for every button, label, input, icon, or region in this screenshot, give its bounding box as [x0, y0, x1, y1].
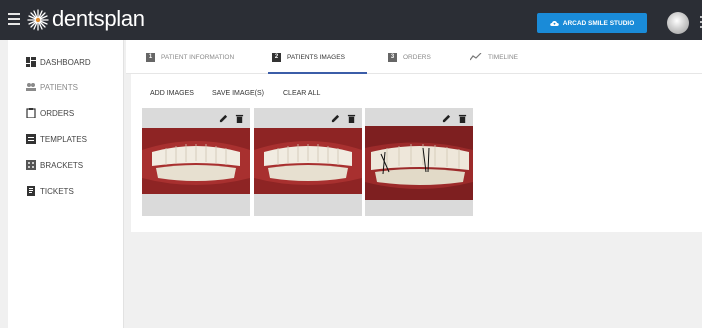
page-edge [702, 0, 710, 328]
edit-icon[interactable] [331, 114, 340, 123]
tab-bar: 1 PATIENT INFORMATION 2 PATIENTS IMAGES … [126, 40, 702, 74]
clipboard-icon [26, 108, 36, 118]
delete-icon[interactable] [235, 114, 244, 123]
sidebar-item-dashboard[interactable]: DASHBOARD [26, 56, 91, 68]
image-card[interactable] [254, 108, 362, 216]
smile-photo [254, 128, 362, 194]
people-icon [26, 83, 36, 91]
sidebar-item-label: PATIENTS [40, 82, 78, 92]
clear-all-button[interactable]: CLEAR ALL [283, 90, 320, 97]
tab-timeline[interactable]: TIMELINE [470, 40, 518, 74]
tab-number: 1 [146, 52, 155, 62]
ticket-icon [27, 186, 35, 196]
bracket-icon [26, 160, 36, 170]
delete-icon[interactable] [347, 114, 356, 123]
image-card[interactable] [142, 108, 250, 216]
tab-label: PATIENT INFORMATION [161, 53, 235, 61]
smile-photo [142, 128, 250, 194]
avatar[interactable] [667, 12, 689, 34]
sidebar-item-label: TICKETS [40, 186, 74, 196]
tab-orders[interactable]: 3 ORDERS [388, 40, 431, 74]
sidebar-item-label: DASHBOARD [40, 57, 91, 67]
sidebar-item-label: ORDERS [40, 108, 75, 118]
sidebar: DASHBOARD PATIENTS ORDERS TEMPLATES BRAC… [8, 40, 124, 328]
add-images-button[interactable]: ADD IMAGES [150, 90, 194, 97]
arcad-smile-studio-label: ARCAD SMILE STUDIO [562, 19, 635, 27]
edit-icon[interactable] [442, 114, 451, 123]
cloud-icon [549, 20, 559, 26]
delete-icon[interactable] [458, 114, 467, 123]
tab-label: TIMELINE [488, 53, 518, 61]
app-logo-text: dentsplan [52, 6, 145, 31]
tab-label: ORDERS [403, 53, 431, 61]
image-card[interactable] [365, 108, 473, 216]
sidebar-item-templates[interactable]: TEMPLATES [26, 133, 87, 145]
template-icon [26, 134, 36, 144]
smile-markup-photo [365, 126, 473, 200]
logo-icon [27, 9, 49, 31]
tab-patients-images[interactable]: 2 PATIENTS IMAGES [272, 40, 345, 74]
sidebar-item-patients[interactable]: PATIENTS [26, 81, 78, 93]
sidebar-item-tickets[interactable]: TICKETS [26, 185, 74, 197]
sidebar-item-orders[interactable]: ORDERS [26, 107, 74, 119]
save-images-button[interactable]: SAVE IMAGE(S) [212, 90, 264, 97]
tab-label: PATIENTS IMAGES [287, 53, 345, 61]
dashboard-icon [26, 57, 36, 67]
images-panel: ADD IMAGES SAVE IMAGE(S) CLEAR ALL [131, 74, 702, 232]
sidebar-item-label: BRACKETS [40, 160, 84, 170]
edit-icon[interactable] [219, 114, 228, 123]
sidebar-item-brackets[interactable]: BRACKETS [26, 159, 83, 171]
menu-icon[interactable] [8, 13, 20, 25]
arcad-smile-studio-button[interactable]: ARCAD SMILE STUDIO [537, 13, 647, 33]
top-bar: dentsplan ARCAD SMILE STUDIO [0, 0, 702, 40]
tab-number: 2 [272, 52, 281, 62]
tab-patient-information[interactable]: 1 PATIENT INFORMATION [146, 40, 234, 74]
sidebar-item-label: TEMPLATES [40, 134, 87, 144]
timeline-icon [470, 53, 482, 61]
tab-number: 3 [388, 52, 397, 62]
